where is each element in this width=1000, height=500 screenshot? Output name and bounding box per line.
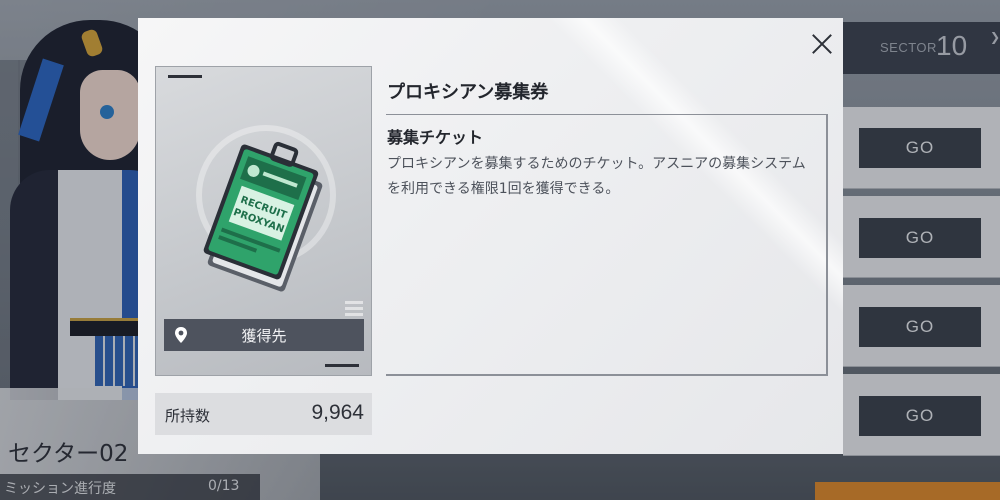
item-detail-modal: RECRUIT PROXYAN 獲得先 所持数 9,964 プロキシアン募集券 … — [138, 18, 843, 454]
card-corner-mark — [168, 75, 202, 78]
description-heading: 募集チケット — [387, 128, 484, 147]
owned-count-row: 所持数 9,964 — [155, 393, 372, 435]
item-card: RECRUIT PROXYAN 獲得先 — [155, 66, 372, 376]
source-button[interactable]: 獲得先 — [164, 319, 364, 351]
map-pin-icon — [175, 327, 187, 343]
description-body: プロキシアンを募集するためのチケット。アスニアの募集システムを利用できる権限1回… — [387, 156, 806, 197]
owned-count: 9,964 — [311, 401, 364, 424]
close-icon[interactable] — [810, 32, 834, 56]
item-title: プロキシアン募集券 — [387, 82, 549, 103]
recruit-ticket-icon: RECRUIT PROXYAN — [203, 141, 323, 292]
source-button-label: 獲得先 — [241, 326, 287, 345]
card-corner-mark — [325, 364, 359, 367]
owned-label: 所持数 — [165, 407, 211, 425]
